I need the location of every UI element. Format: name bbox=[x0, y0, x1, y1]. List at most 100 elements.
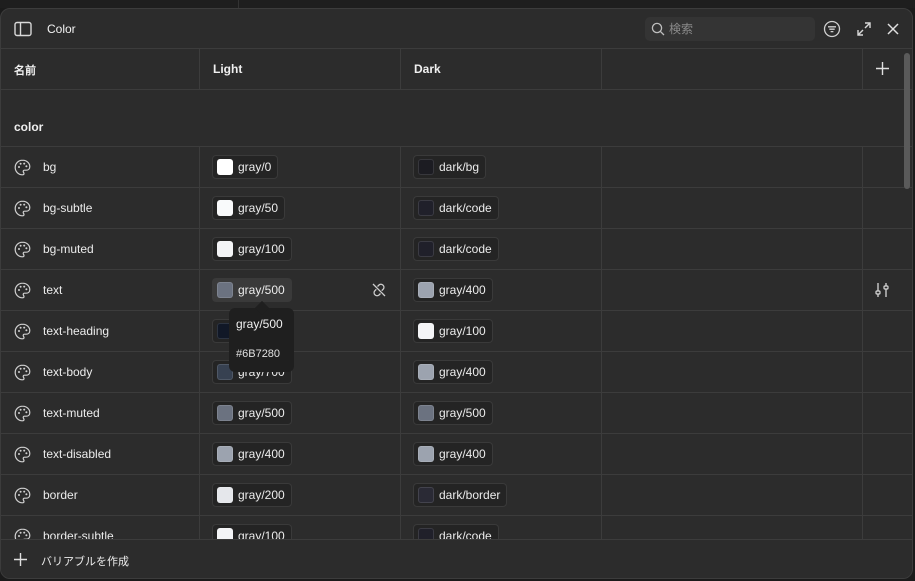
empty-cell bbox=[602, 393, 863, 433]
color-alias-chip[interactable]: dark/bg bbox=[413, 155, 487, 179]
table-row[interactable]: border-subtle gray/100 dark/code bbox=[1, 516, 912, 540]
expand-icon[interactable] bbox=[855, 20, 873, 38]
color-swatch bbox=[418, 323, 434, 339]
color-alias-chip[interactable]: dark/code bbox=[413, 237, 499, 261]
light-value-cell[interactable]: gray/400 bbox=[200, 434, 401, 474]
name-cell[interactable]: bg bbox=[1, 147, 200, 187]
color-alias-chip[interactable]: gray/100 bbox=[413, 319, 493, 343]
create-variable-button[interactable]: バリアブルを作成 bbox=[1, 539, 912, 578]
alias-label: gray/0 bbox=[238, 160, 272, 174]
filter-icon[interactable] bbox=[823, 20, 841, 38]
color-swatch bbox=[418, 241, 434, 257]
alias-label: gray/400 bbox=[439, 365, 486, 379]
variable-rows: bg gray/0 dark/bg bg-subtle gray/50 dark/code… bbox=[1, 147, 912, 540]
empty-cell bbox=[602, 188, 863, 228]
alias-label: gray/500 bbox=[439, 406, 486, 420]
group-header-row[interactable]: color bbox=[1, 90, 912, 147]
color-alias-chip[interactable]: gray/400 bbox=[212, 442, 292, 466]
adjust-icon[interactable] bbox=[873, 281, 891, 299]
light-value-cell[interactable]: gray/500 bbox=[200, 393, 401, 433]
table-row[interactable]: bg gray/0 dark/bg bbox=[1, 147, 912, 188]
name-cell[interactable]: border-subtle bbox=[1, 516, 200, 540]
light-value-cell[interactable]: gray/100 bbox=[200, 229, 401, 269]
color-alias-chip[interactable]: gray/200 bbox=[212, 483, 292, 507]
light-value-cell[interactable]: gray/200 bbox=[200, 475, 401, 515]
close-icon[interactable] bbox=[884, 20, 902, 38]
table-row[interactable]: text-disabled gray/400 gray/400 bbox=[1, 434, 912, 475]
color-alias-chip[interactable]: gray/50 bbox=[212, 196, 286, 220]
color-alias-chip[interactable]: gray/0 bbox=[212, 155, 279, 179]
row-action-cell bbox=[863, 311, 906, 351]
light-value-cell[interactable]: gray/0 bbox=[200, 147, 401, 187]
row-action-cell bbox=[863, 393, 906, 433]
column-header-light[interactable]: Light bbox=[200, 49, 401, 89]
color-alias-chip[interactable]: gray/100 bbox=[212, 524, 292, 540]
search-input[interactable] bbox=[669, 20, 809, 38]
table-row[interactable]: text-muted gray/500 gray/500 bbox=[1, 393, 912, 434]
column-header-name[interactable]: 名前 bbox=[1, 49, 200, 89]
alias-label: gray/200 bbox=[238, 488, 285, 502]
table-row[interactable]: text-headinggray/900gray/100 bbox=[1, 311, 912, 352]
name-cell[interactable]: text-disabled bbox=[1, 434, 200, 474]
table-row[interactable]: bg-muted gray/100 dark/code bbox=[1, 229, 912, 270]
name-cell[interactable]: text-body bbox=[1, 352, 200, 392]
color-alias-chip[interactable]: gray/500 bbox=[413, 401, 493, 425]
palette-icon bbox=[14, 323, 31, 340]
name-cell[interactable]: bg-subtle bbox=[1, 188, 200, 228]
table-row[interactable]: bg-subtle gray/50 dark/code bbox=[1, 188, 912, 229]
dark-value-cell[interactable]: gray/500 bbox=[401, 393, 602, 433]
plus-icon bbox=[14, 553, 27, 566]
search-icon bbox=[651, 22, 665, 36]
add-mode-button[interactable] bbox=[863, 49, 906, 89]
row-action-cell bbox=[863, 188, 906, 228]
color-alias-chip[interactable]: dark/code bbox=[413, 524, 499, 540]
alias-label: gray/400 bbox=[439, 447, 486, 461]
color-alias-chip[interactable]: gray/400 bbox=[413, 278, 493, 302]
table-row[interactable]: text-body gray/700 gray/400 bbox=[1, 352, 912, 393]
color-swatch bbox=[418, 364, 434, 380]
dark-value-cell[interactable]: dark/code bbox=[401, 229, 602, 269]
dark-value-cell[interactable]: gray/400 bbox=[401, 270, 602, 310]
name-cell[interactable]: text-muted bbox=[1, 393, 200, 433]
dark-value-cell[interactable]: dark/code bbox=[401, 188, 602, 228]
vertical-scrollbar[interactable] bbox=[904, 53, 910, 189]
name-cell[interactable]: text bbox=[1, 270, 200, 310]
name-cell[interactable]: text-heading bbox=[1, 311, 200, 351]
column-header-dark[interactable]: Dark bbox=[401, 49, 602, 89]
color-alias-chip[interactable]: gray/500 bbox=[212, 278, 292, 302]
table-row[interactable]: text gray/500 gray/400 bbox=[1, 270, 912, 311]
row-action-cell bbox=[863, 475, 906, 515]
color-alias-chip[interactable]: dark/border bbox=[413, 483, 508, 507]
name-cell[interactable]: border bbox=[1, 475, 200, 515]
light-value-cell[interactable]: gray/100 bbox=[200, 516, 401, 540]
sidebar-toggle-icon[interactable] bbox=[14, 21, 32, 37]
search-box[interactable] bbox=[645, 17, 815, 41]
row-action-cell bbox=[863, 147, 906, 187]
dark-value-cell[interactable]: dark/border bbox=[401, 475, 602, 515]
dark-value-cell[interactable]: dark/bg bbox=[401, 147, 602, 187]
row-action-cell[interactable] bbox=[863, 270, 906, 310]
light-value-cell[interactable]: gray/500 bbox=[200, 270, 401, 310]
name-cell[interactable]: bg-muted bbox=[1, 229, 200, 269]
table-row[interactable]: border gray/200 dark/border bbox=[1, 475, 912, 516]
color-swatch bbox=[217, 282, 233, 298]
dark-value-cell[interactable]: gray/400 bbox=[401, 352, 602, 392]
alias-label: gray/50 bbox=[238, 201, 279, 215]
variable-name: bg-subtle bbox=[43, 201, 93, 215]
variable-name: text-body bbox=[43, 365, 93, 379]
variable-name: bg bbox=[43, 160, 57, 174]
alias-label: dark/code bbox=[439, 201, 492, 215]
palette-icon bbox=[14, 200, 31, 217]
light-value-cell[interactable]: gray/50 bbox=[200, 188, 401, 228]
dark-value-cell[interactable]: gray/400 bbox=[401, 434, 602, 474]
unlink-icon[interactable] bbox=[370, 281, 388, 299]
color-alias-chip[interactable]: gray/100 bbox=[212, 237, 292, 261]
dark-value-cell[interactable]: dark/code bbox=[401, 516, 602, 540]
row-action-cell bbox=[863, 516, 906, 540]
color-alias-chip[interactable]: gray/400 bbox=[413, 360, 493, 384]
dark-value-cell[interactable]: gray/100 bbox=[401, 311, 602, 351]
color-alias-chip[interactable]: gray/500 bbox=[212, 401, 292, 425]
color-alias-chip[interactable]: dark/code bbox=[413, 196, 499, 220]
alias-label: gray/400 bbox=[238, 447, 285, 461]
color-alias-chip[interactable]: gray/400 bbox=[413, 442, 493, 466]
